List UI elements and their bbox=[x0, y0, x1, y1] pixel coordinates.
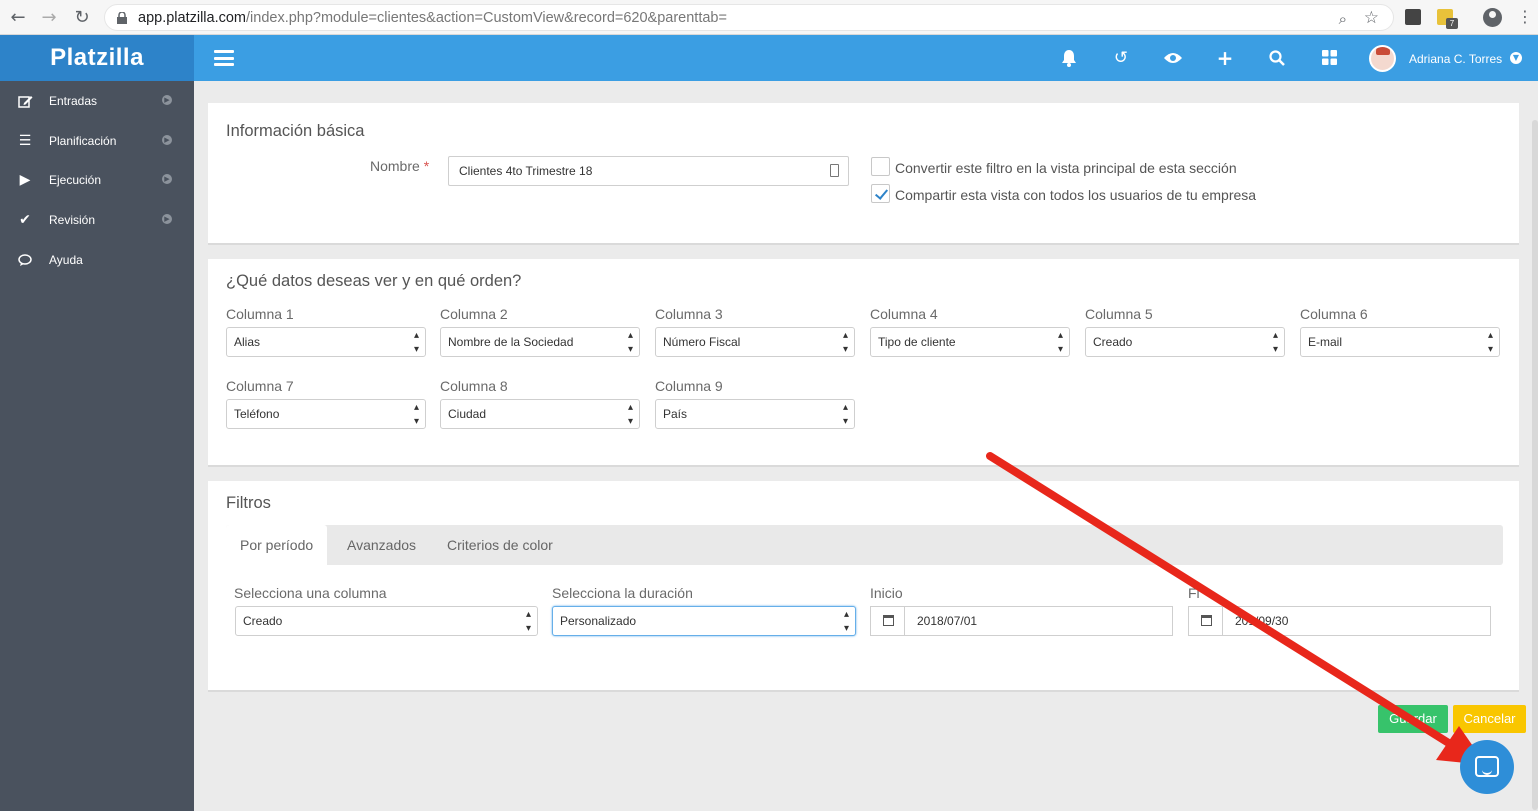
sidebar-item-planificacion[interactable]: ☰ Planificación ▶ bbox=[0, 121, 194, 161]
column-select[interactable]: Creado ▴ ▾ bbox=[1085, 327, 1285, 357]
section-title: Filtros bbox=[226, 494, 271, 512]
name-label: Nombre * bbox=[370, 158, 430, 174]
sidebar-item-entradas[interactable]: Entradas ▶ bbox=[0, 81, 194, 121]
sidebar-item-revision[interactable]: ✔ Revisión ▶ bbox=[0, 200, 194, 240]
chevron-right-icon: ▶ bbox=[162, 135, 172, 145]
share-view-label: Compartir esta vista con todos los usuar… bbox=[895, 187, 1257, 203]
history-icon[interactable]: ↺ bbox=[1110, 47, 1132, 69]
chevron-right-icon: ▶ bbox=[162, 174, 172, 184]
default-view-label: Convertir este filtro en la vista princi… bbox=[895, 160, 1237, 176]
sidebar-item-ayuda[interactable]: Ayuda bbox=[0, 240, 194, 280]
chat-icon bbox=[1475, 756, 1499, 777]
sidebar-item-label: Entradas bbox=[49, 94, 98, 108]
tab-avanzados[interactable]: Avanzados bbox=[333, 525, 430, 565]
check-icon: ✔ bbox=[19, 212, 31, 228]
duration-select[interactable]: Personalizado ▴ ▾ bbox=[552, 606, 856, 636]
user-name[interactable]: Adriana C. Torres bbox=[1409, 52, 1502, 66]
start-label: Inicio bbox=[870, 585, 903, 601]
column-select[interactable]: E-mail ▴ ▾ bbox=[1300, 327, 1500, 357]
share-view-checkbox[interactable] bbox=[871, 184, 890, 203]
chevron-right-icon: ▶ bbox=[162, 95, 172, 105]
column-select[interactable]: Ciudad ▴ ▾ bbox=[440, 399, 640, 429]
column-select[interactable]: Número Fiscal ▴ ▾ bbox=[655, 327, 855, 357]
calendar-icon[interactable] bbox=[1189, 607, 1223, 635]
section-title: ¿Qué datos deseas ver y en qué orden? bbox=[226, 272, 522, 290]
sidebar-item-label: Revisión bbox=[49, 213, 96, 227]
basic-info-panel: Información básica Nombre * Clientes 4to… bbox=[208, 103, 1519, 245]
calendar-icon[interactable] bbox=[871, 607, 905, 635]
column-label: Columna 8 bbox=[440, 378, 508, 394]
forward-icon[interactable]: → bbox=[38, 7, 60, 29]
chat-widget-button[interactable] bbox=[1460, 740, 1514, 794]
zoom-icon[interactable]: ⌕ bbox=[1339, 10, 1347, 28]
sidebar-item-label: Ayuda bbox=[49, 253, 83, 267]
filters-panel: Filtros Por período Avanzados Criterios … bbox=[208, 481, 1519, 692]
select-duration-label: Selecciona la duración bbox=[552, 585, 693, 601]
chat-icon bbox=[16, 251, 34, 269]
column-label: Columna 4 bbox=[870, 306, 938, 322]
column-select[interactable]: Tipo de cliente ▴ ▾ bbox=[870, 327, 1070, 357]
section-title: Información básica bbox=[226, 122, 365, 140]
extension-icon[interactable] bbox=[1405, 9, 1421, 25]
play-icon: ▶ bbox=[19, 172, 31, 188]
tab-criterios-color[interactable]: Criterios de color bbox=[433, 525, 567, 565]
bell-icon[interactable] bbox=[1058, 47, 1080, 69]
bookmark-star-icon[interactable]: ☆ bbox=[1364, 8, 1379, 28]
user-avatar[interactable] bbox=[1369, 45, 1396, 72]
column-select[interactable]: Teléfono ▴ ▾ bbox=[226, 399, 426, 429]
address-bar[interactable]: app.platzilla.com/index.php?module=clien… bbox=[104, 4, 1394, 31]
url-text: app.platzilla.com/index.php?module=clien… bbox=[138, 10, 727, 26]
column-label: Columna 9 bbox=[655, 378, 723, 394]
scrollbar[interactable] bbox=[1532, 120, 1538, 810]
default-view-checkbox[interactable] bbox=[871, 157, 890, 176]
column-select[interactable]: Alias ▴ ▾ bbox=[226, 327, 426, 357]
brand-logo[interactable]: Platzilla bbox=[0, 35, 194, 81]
select-column-label: Selecciona una columna bbox=[234, 585, 387, 601]
profile-icon[interactable] bbox=[1483, 8, 1502, 27]
sidebar: Entradas ▶ ☰ Planificación ▶ ▶ Ejecución… bbox=[0, 81, 194, 811]
start-date-field[interactable]: 2018/07/01 bbox=[870, 606, 1173, 636]
app-topbar: ↺ + Adriana C. Torres ▼ bbox=[194, 35, 1538, 81]
column-label: Columna 2 bbox=[440, 306, 508, 322]
column-label: Columna 5 bbox=[1085, 306, 1153, 322]
filter-column-select[interactable]: Creado ▴ ▾ bbox=[235, 606, 538, 636]
chevron-down-icon[interactable]: ▼ bbox=[1510, 52, 1522, 64]
column-label: Columna 6 bbox=[1300, 306, 1368, 322]
end-date-value: 201/09/30 bbox=[1235, 614, 1289, 628]
plus-icon[interactable]: + bbox=[1214, 47, 1236, 69]
edit-icon bbox=[16, 92, 34, 110]
end-date-field[interactable]: 201/09/30 bbox=[1188, 606, 1491, 636]
name-field[interactable]: Clientes 4to Trimestre 18 bbox=[448, 156, 849, 186]
filter-tabs: Por período Avanzados Criterios de color bbox=[226, 525, 1503, 565]
sidebar-item-label: Ejecución bbox=[49, 173, 102, 187]
reload-icon[interactable]: ↻ bbox=[71, 7, 93, 29]
browser-menu-icon[interactable]: ⋮ bbox=[1517, 7, 1533, 26]
column-select[interactable]: Nombre de la Sociedad ▴ ▾ bbox=[440, 327, 640, 357]
column-label: Columna 7 bbox=[226, 378, 294, 394]
extension-badge: 7 bbox=[1446, 18, 1458, 29]
save-button[interactable]: Guardar bbox=[1378, 705, 1448, 733]
start-date-value: 2018/07/01 bbox=[917, 614, 978, 628]
search-icon[interactable] bbox=[1266, 47, 1288, 69]
cancel-button[interactable]: Cancelar bbox=[1453, 705, 1526, 733]
field-icon bbox=[830, 164, 839, 177]
chevron-right-icon: ▶ bbox=[162, 214, 172, 224]
columns-panel: ¿Qué datos deseas ver y en qué orden? Co… bbox=[208, 259, 1519, 467]
list-icon: ☰ bbox=[18, 133, 32, 149]
sidebar-item-ejecucion[interactable]: ▶ Ejecución ▶ bbox=[0, 160, 194, 200]
lock-icon bbox=[117, 12, 127, 24]
end-label: Fi bbox=[1188, 585, 1200, 601]
hamburger-menu-icon[interactable] bbox=[214, 50, 234, 66]
grid-apps-icon[interactable] bbox=[1318, 47, 1340, 69]
sidebar-item-label: Planificación bbox=[49, 134, 117, 148]
column-label: Columna 1 bbox=[226, 306, 294, 322]
column-label: Columna 3 bbox=[655, 306, 723, 322]
back-icon[interactable]: ← bbox=[7, 7, 29, 29]
browser-toolbar: ← → ↻ app.platzilla.com/index.php?module… bbox=[0, 0, 1538, 35]
column-select[interactable]: País ▴ ▾ bbox=[655, 399, 855, 429]
tab-por-periodo[interactable]: Por período bbox=[226, 525, 328, 565]
eye-icon[interactable] bbox=[1162, 47, 1184, 69]
